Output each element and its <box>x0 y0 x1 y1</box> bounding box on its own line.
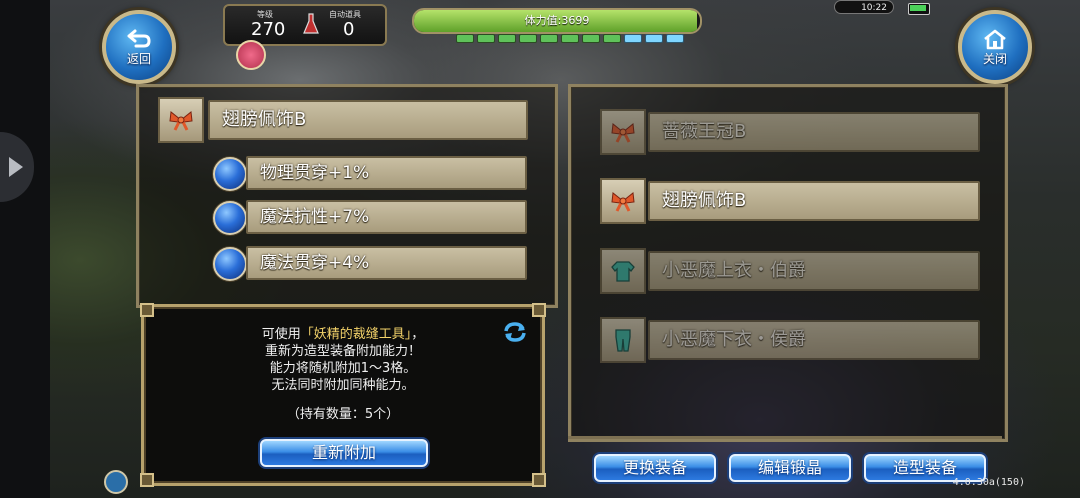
stamina-segments <box>456 34 684 43</box>
menu-orb-icon[interactable] <box>104 470 128 494</box>
stamina-segment <box>624 34 642 43</box>
info-line-4: 无法同时附加同种能力。 <box>271 378 415 393</box>
equip-item-icon <box>600 109 646 155</box>
gift-icon[interactable] <box>236 40 266 70</box>
selected-item-name: 翅膀佩饰B <box>208 100 528 140</box>
back-button[interactable]: 返回 <box>102 10 176 84</box>
stamina-bar: 体力值:3699 <box>412 8 702 34</box>
equip-item-slot-selected[interactable]: 翅膀佩饰B <box>648 181 980 221</box>
left-screen-edge <box>0 0 50 498</box>
stamina-segment <box>582 34 600 43</box>
ability-slot[interactable]: 物理贯穿+1% <box>246 156 527 190</box>
bow-icon <box>611 192 635 212</box>
armor-icon <box>611 261 635 282</box>
stamina-segment <box>666 34 684 43</box>
reattach-info-box: 可使用「妖精的裁缝工具」， 重新为造型装备附加能力！ 能力将随机附加1～3格。 … <box>140 303 546 487</box>
close-button[interactable]: 关闭 <box>958 10 1032 84</box>
change-equipment-button[interactable]: 更换装备 <box>594 454 716 482</box>
stamina-segment <box>561 34 579 43</box>
stamina-segment <box>498 34 516 43</box>
clock: 10:22 <box>834 0 894 14</box>
equip-item-slot[interactable]: 蔷薇王冠B <box>648 112 980 152</box>
close-label: 关闭 <box>982 51 1007 66</box>
stamina-segment <box>456 34 474 43</box>
stamina-segment <box>519 34 537 43</box>
potion-icon <box>303 13 319 34</box>
stamina-segment <box>477 34 495 43</box>
equip-item-icon <box>600 178 646 224</box>
stamina-segment <box>645 34 663 43</box>
edit-crystal-button[interactable]: 编辑锻晶 <box>729 454 851 482</box>
equip-item-slot[interactable]: 小恶魔上衣・伯爵 <box>648 251 980 291</box>
bow-icon <box>611 123 635 143</box>
battery-icon <box>908 3 930 15</box>
equip-item-icon <box>600 317 646 363</box>
ability-gem-icon <box>213 201 247 235</box>
stamina-segment <box>540 34 558 43</box>
equip-item-icon <box>600 248 646 294</box>
stamina-text: 体力值:3699 <box>524 14 590 27</box>
level-value: 270 <box>251 19 286 40</box>
auto-item-value: 0 <box>343 19 355 40</box>
ability-slot[interactable]: 魔法抗性+7% <box>246 200 527 234</box>
ability-gem-icon <box>213 247 247 281</box>
refresh-icon[interactable] <box>502 321 528 343</box>
bottom-divider <box>568 436 1002 439</box>
armor-icon <box>615 329 631 352</box>
reattach-button[interactable]: 重新附加 <box>260 439 428 467</box>
item-count: （持有数量：5个） <box>286 407 400 422</box>
play-arrow-icon <box>9 157 23 177</box>
back-arrow-icon <box>127 29 151 47</box>
ability-gem-icon <box>213 157 247 191</box>
home-icon <box>984 29 1006 49</box>
version-label: 4.0.30a(150) <box>952 477 1025 488</box>
ability-slot[interactable]: 魔法贯穿+4% <box>246 246 527 280</box>
bow-icon <box>169 111 193 131</box>
selected-item-icon <box>158 97 204 143</box>
back-label: 返回 <box>126 51 151 66</box>
equip-item-slot[interactable]: 小恶魔下衣・侯爵 <box>648 320 980 360</box>
stamina-segment <box>603 34 621 43</box>
